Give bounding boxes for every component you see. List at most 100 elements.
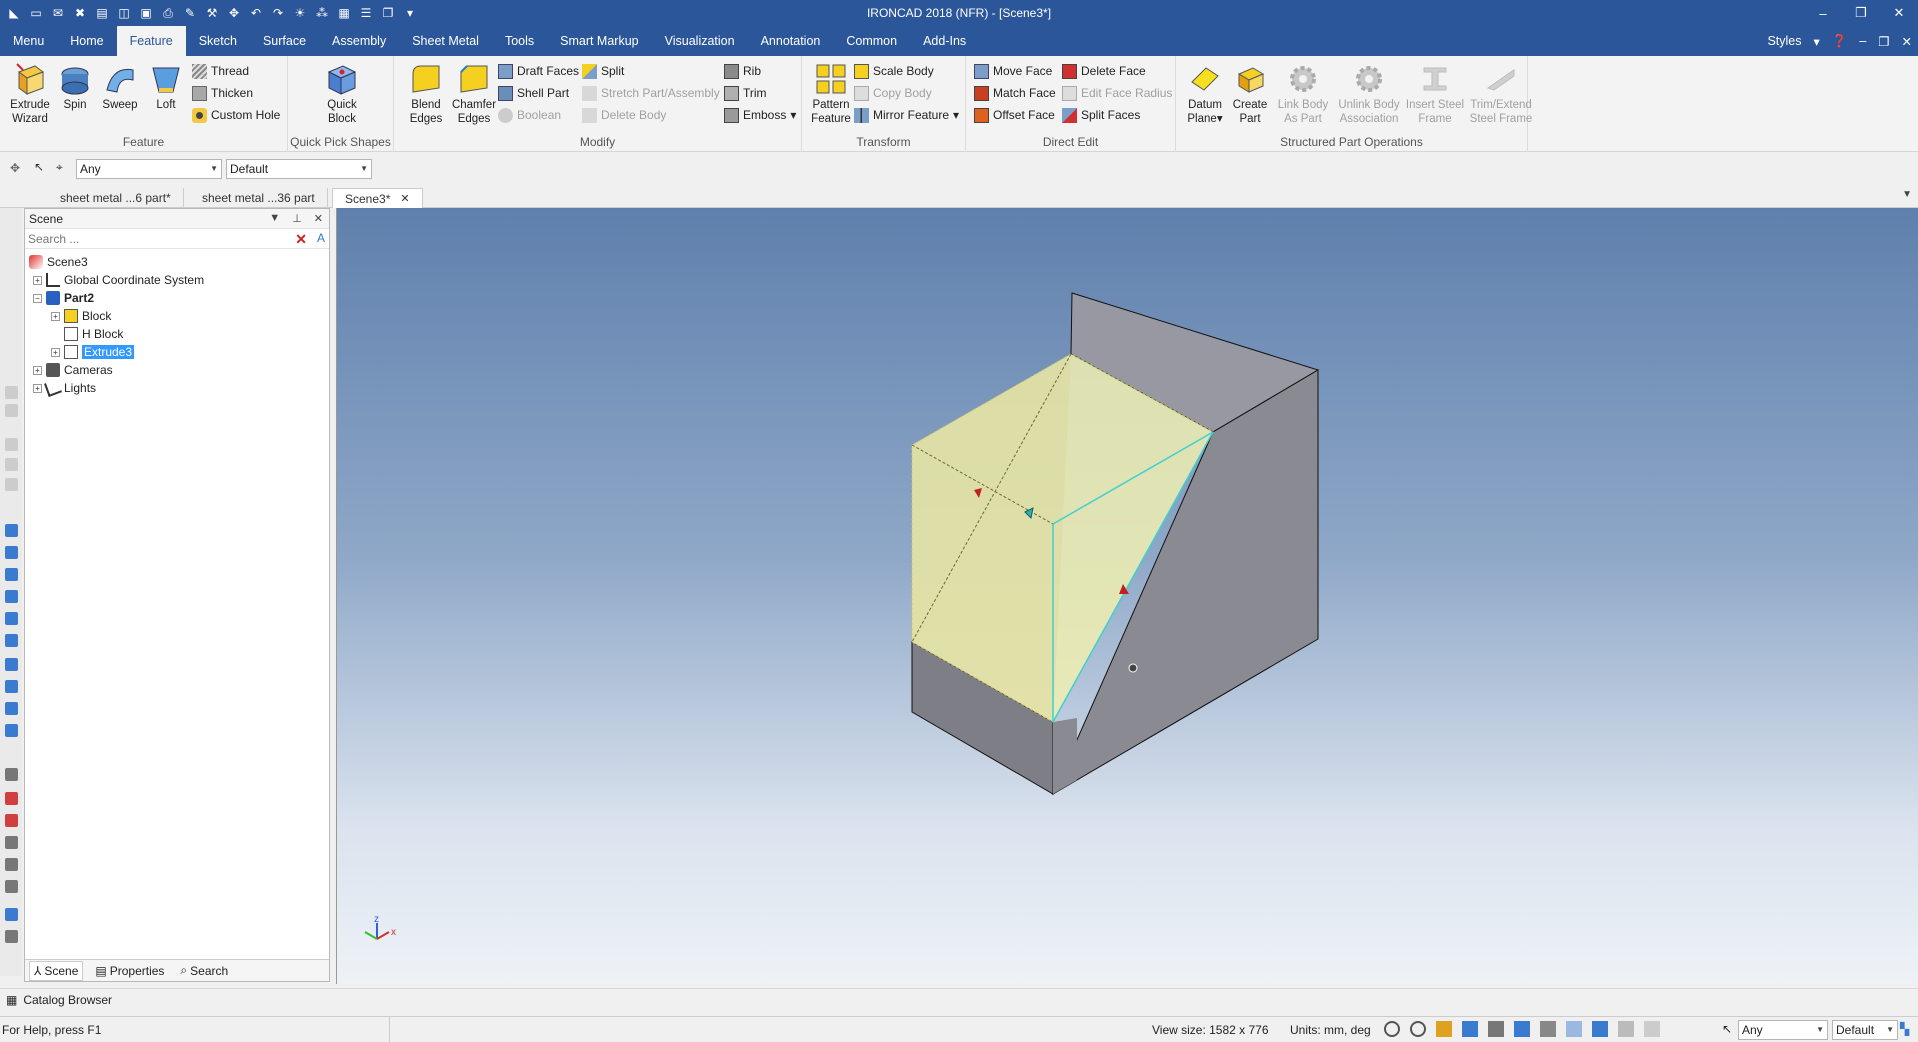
status-filter-dropdown[interactable]: Any ▼ xyxy=(1738,1020,1828,1040)
measure-icon[interactable] xyxy=(5,858,18,871)
tab-assembly[interactable]: Assembly xyxy=(319,26,399,56)
measure-icon[interactable] xyxy=(5,908,18,921)
redo-icon[interactable]: ↷ xyxy=(270,5,286,21)
tool-icon[interactable]: ⚒ xyxy=(204,5,220,21)
measure-icon[interactable] xyxy=(5,836,18,849)
extrude-wizard-button[interactable]: Extrude Wizard xyxy=(8,62,52,126)
shape-icon[interactable] xyxy=(5,612,18,625)
measure-icon[interactable] xyxy=(5,768,18,781)
shape-icon[interactable] xyxy=(5,568,18,581)
tab-surface[interactable]: Surface xyxy=(250,26,319,56)
section-icon[interactable] xyxy=(1514,1021,1530,1037)
tree-item-block[interactable]: + Block xyxy=(25,307,329,325)
doc-close-icon[interactable]: ✕ xyxy=(1902,34,1912,49)
draft-faces-button[interactable]: Draft Faces xyxy=(498,62,579,80)
close-button[interactable]: ✕ xyxy=(1880,0,1918,26)
pdf-icon[interactable]: ▤ xyxy=(94,5,110,21)
view-orientation-icon[interactable] xyxy=(1436,1021,1452,1037)
expand-icon[interactable]: + xyxy=(33,383,42,393)
camera-icon[interactable] xyxy=(1488,1021,1504,1037)
tool-icon[interactable] xyxy=(5,404,18,417)
delete-face-button[interactable]: Delete Face xyxy=(1062,62,1146,80)
insert-steel-frame-button[interactable]: Insert Steel Frame xyxy=(1404,62,1466,126)
expand-icon[interactable]: + xyxy=(33,275,42,285)
tab-search[interactable]: ⌕ Search xyxy=(176,963,232,978)
trim-button[interactable]: Trim xyxy=(724,84,767,102)
measure-icon[interactable] xyxy=(5,880,18,893)
tab-tools[interactable]: Tools xyxy=(492,26,547,56)
layers-icon[interactable] xyxy=(1592,1021,1608,1037)
pointer-icon[interactable]: ↖ xyxy=(34,160,44,174)
mirror-feature-button[interactable]: Mirror Feature ▾ xyxy=(854,106,959,124)
model-view[interactable]: z x xyxy=(337,208,1918,984)
list-icon[interactable]: ☰ xyxy=(358,5,374,21)
shape-icon[interactable] xyxy=(5,702,18,715)
zoom-fit-icon[interactable] xyxy=(1384,1021,1400,1037)
spin-button[interactable]: Spin xyxy=(54,62,96,112)
customize-qat-icon[interactable]: ▾ xyxy=(402,5,418,21)
measure-icon[interactable] xyxy=(5,792,18,805)
tab-common[interactable]: Common xyxy=(833,26,910,56)
link-body-as-part-button[interactable]: Link Body As Part xyxy=(1272,62,1334,126)
tab-list-dropdown-icon[interactable]: ▼ xyxy=(1902,189,1912,200)
help-icon[interactable]: ❓ xyxy=(1832,34,1848,49)
zoom-icon[interactable] xyxy=(1410,1021,1426,1037)
move-face-button[interactable]: Move Face xyxy=(974,62,1052,80)
create-part-button[interactable]: Create Part xyxy=(1228,62,1272,126)
expand-icon[interactable]: + xyxy=(51,311,60,321)
tool-icon[interactable] xyxy=(5,458,18,471)
rib-button[interactable]: Rib xyxy=(724,62,761,80)
email-icon[interactable]: ✉ xyxy=(50,5,66,21)
tab-sheet-metal[interactable]: Sheet Metal xyxy=(399,26,492,56)
selection-filter-dropdown[interactable]: Any ▼ xyxy=(76,159,222,179)
datum-plane-button[interactable]: Datum Plane▾ xyxy=(1182,62,1228,126)
render-mode-icon[interactable] xyxy=(1462,1021,1478,1037)
grid-icon[interactable]: ▦ xyxy=(336,5,352,21)
pattern-icon[interactable]: ⁂ xyxy=(314,5,330,21)
shape-icon[interactable] xyxy=(5,634,18,647)
expand-icon[interactable]: + xyxy=(33,365,42,375)
doc-tab-sheet-metal-36[interactable]: sheet metal ...36 part xyxy=(190,188,328,208)
tab-scene[interactable]: ⅄ Scene xyxy=(29,960,84,981)
restore-button[interactable]: ❐ xyxy=(1842,0,1880,26)
tab-feature[interactable]: Feature xyxy=(116,26,186,56)
search-options-icon[interactable]: A xyxy=(317,231,325,245)
match-face-button[interactable]: Match Face xyxy=(974,84,1056,102)
blend-edges-button[interactable]: Blend Edges xyxy=(404,62,448,126)
tool-icon[interactable] xyxy=(5,438,18,451)
sweep-button[interactable]: Sweep xyxy=(98,62,142,112)
shell-part-button[interactable]: Shell Part xyxy=(498,84,569,102)
tab-sketch[interactable]: Sketch xyxy=(186,26,250,56)
anchor-handle-icon[interactable] xyxy=(1128,663,1138,673)
shape-icon[interactable] xyxy=(5,546,18,559)
display-icon[interactable] xyxy=(1540,1021,1556,1037)
save-icon[interactable]: ▣ xyxy=(138,5,154,21)
pin-icon[interactable]: ⊥ xyxy=(292,212,302,225)
thicken-button[interactable]: Thicken xyxy=(192,84,253,102)
shape-icon[interactable] xyxy=(5,658,18,671)
unlink-body-association-button[interactable]: Unlink Body Association xyxy=(1334,62,1404,126)
catalog-browser-bar[interactable]: ▦ Catalog Browser xyxy=(0,988,1918,1010)
stretch-part-button[interactable]: Stretch Part/Assembly xyxy=(582,84,720,102)
settings-icon[interactable]: ▚ xyxy=(1900,1022,1909,1036)
split-faces-button[interactable]: Split Faces xyxy=(1062,106,1140,124)
doc-tab-scene3[interactable]: Scene3* ✕ xyxy=(332,188,423,208)
expand-icon[interactable]: + xyxy=(51,347,60,357)
tab-add-ins[interactable]: Add-Ins xyxy=(910,26,979,56)
copy-body-button[interactable]: Copy Body xyxy=(854,84,932,102)
wizard-icon[interactable]: ✎ xyxy=(182,5,198,21)
tree-item-extrude3[interactable]: + Extrude3 xyxy=(25,343,329,361)
edit-face-radius-button[interactable]: Edit Face Radius xyxy=(1062,84,1172,102)
windows-icon[interactable]: ❐ xyxy=(380,5,396,21)
move-icon[interactable]: ✥ xyxy=(226,5,242,21)
panel-dropdown-icon[interactable]: ▼ xyxy=(269,212,280,225)
panel-close-icon[interactable]: ✕ xyxy=(314,212,323,225)
app-icon[interactable]: ◣ xyxy=(6,5,22,21)
style-dropdown[interactable]: Default ▼ xyxy=(226,159,372,179)
measure-icon[interactable] xyxy=(5,814,18,827)
shape-icon[interactable] xyxy=(5,680,18,693)
tool-icon[interactable] xyxy=(5,386,18,399)
tool-icon[interactable] xyxy=(5,478,18,491)
lightbulb-icon[interactable]: ☀ xyxy=(292,5,308,21)
split-button[interactable]: Split xyxy=(582,62,624,80)
